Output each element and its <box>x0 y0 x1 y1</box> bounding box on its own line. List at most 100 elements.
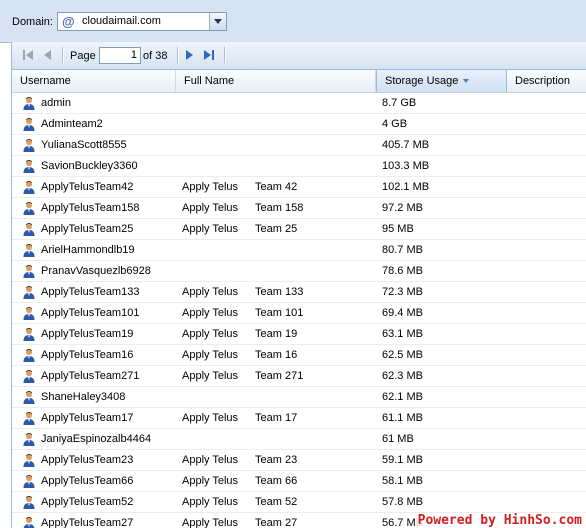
table-row[interactable]: ApplyTelusTeam158 Apply Telus Team 158 97.2… <box>12 198 586 219</box>
cell-first-name: Apply Telus <box>182 307 239 319</box>
cell-first-name: Apply Telus <box>182 328 239 340</box>
next-page-icon[interactable] <box>181 48 197 62</box>
cell-username: ApplyTelusTeam19 <box>41 328 134 340</box>
cell-storage-usage: 63.1 MB <box>382 328 423 340</box>
cell-storage-usage: 61.1 MB <box>382 412 423 424</box>
cell-username: ApplyTelusTeam66 <box>41 475 134 487</box>
first-page-icon[interactable] <box>20 48 36 62</box>
cell-last-name: Team 158 <box>255 202 304 214</box>
cell-storage-usage: 57.8 MB <box>382 496 423 508</box>
cell-first-name: Apply Telus <box>182 349 239 361</box>
page-count-label: of 38 <box>143 50 168 62</box>
table-row[interactable]: JaniyaEspinozalb4464 61 MB <box>12 429 586 450</box>
cell-username: SavionBuckley3360 <box>41 160 138 172</box>
table-row[interactable]: Adminteam2 4 GB <box>12 114 586 135</box>
table-row[interactable]: ApplyTelusTeam52 Apply Telus Team 52 57.8 M… <box>12 492 586 513</box>
table-row[interactable]: SavionBuckley3360 103.3 MB <box>12 156 586 177</box>
cell-username: ApplyTelusTeam23 <box>41 454 134 466</box>
cell-last-name: Team 101 <box>255 307 304 319</box>
column-header-full-name[interactable]: Full Name <box>176 70 376 92</box>
cell-last-name: Team 271 <box>255 370 304 382</box>
table-row[interactable]: ApplyTelusTeam66 Apply Telus Team 66 58.1 M… <box>12 471 586 492</box>
cell-first-name: Apply Telus <box>182 412 239 424</box>
cell-storage-usage: 62.5 MB <box>382 349 423 361</box>
cell-last-name: Team 52 <box>255 496 298 508</box>
cell-username: ApplyTelusTeam42 <box>41 181 134 193</box>
cell-first-name: Apply Telus <box>182 202 239 214</box>
table-row[interactable]: ApplyTelusTeam271 Apply Telus Team 271 62.3… <box>12 366 586 387</box>
user-icon <box>22 159 36 173</box>
cell-username: ApplyTelusTeam101 <box>41 307 140 319</box>
cell-storage-usage: 405.7 MB <box>382 139 430 151</box>
cell-storage-usage: 69.4 MB <box>382 307 423 319</box>
column-header-storage-usage[interactable]: Storage Usage <box>376 70 507 92</box>
table-row[interactable]: ApplyTelusTeam16 Apply Telus Team 16 62.5 M… <box>12 345 586 366</box>
domain-toolbar: Domain: @ cloudaimail.com <box>0 0 586 43</box>
table-row[interactable]: ApplyTelusTeam42 Apply Telus Team 42 102.1 … <box>12 177 586 198</box>
cell-last-name: Team 17 <box>255 412 298 424</box>
cell-last-name: Team 23 <box>255 454 298 466</box>
table-row[interactable]: YulianaScott8555 405.7 MB <box>12 135 586 156</box>
cell-username: PranavVasquezlb6928 <box>41 265 151 277</box>
domain-label: Domain: <box>12 16 53 28</box>
domain-select[interactable]: @ cloudaimail.com <box>57 12 227 31</box>
cell-storage-usage: 80.7 MB <box>382 244 423 256</box>
prev-page-icon[interactable] <box>40 48 56 62</box>
cell-last-name: Team 133 <box>255 286 304 298</box>
cell-last-name: Team 25 <box>255 223 298 235</box>
table-row[interactable]: ArielHammondlb19 80.7 MB <box>12 240 586 261</box>
column-header-full-name-label: Full Name <box>184 75 235 87</box>
table-row[interactable]: ApplyTelusTeam19 Apply Telus Team 19 63.1 M… <box>12 324 586 345</box>
cell-last-name: Team 16 <box>255 349 298 361</box>
cell-storage-usage: 78.6 MB <box>382 265 423 277</box>
user-icon <box>22 327 36 341</box>
page-number-input[interactable]: 1 <box>99 47 141 64</box>
table-row[interactable]: ShaneHaley3408 62.1 MB <box>12 387 586 408</box>
table-row[interactable]: ApplyTelusTeam23 Apply Telus Team 23 59.1 M… <box>12 450 586 471</box>
cell-first-name: Apply Telus <box>182 475 239 487</box>
user-icon <box>22 432 36 446</box>
toolbar-separator <box>62 47 64 63</box>
user-icon <box>22 138 36 152</box>
user-icon <box>22 285 36 299</box>
last-page-icon[interactable] <box>201 48 217 62</box>
cell-username: ShaneHaley3408 <box>41 391 126 403</box>
toolbar-separator <box>224 47 226 63</box>
table-row[interactable]: ApplyTelusTeam25 Apply Telus Team 25 95 MB <box>12 219 586 240</box>
table-row[interactable]: PranavVasquezlb6928 78.6 MB <box>12 261 586 282</box>
cell-storage-usage: 62.3 MB <box>382 370 423 382</box>
column-header-username-label: Username <box>20 75 71 87</box>
users-grid: Page 1 of 38 Username Full Name Storage … <box>11 42 586 528</box>
cell-first-name: Apply Telus <box>182 496 239 508</box>
cell-storage-usage: 103.3 MB <box>382 160 430 172</box>
cell-username: ApplyTelusTeam52 <box>41 496 134 508</box>
user-storage-page: Domain: @ cloudaimail.com Page 1 of 38 U… <box>0 0 586 528</box>
grid-body: admin 8.7 GB Adminteam2 4 GB YulianaScott855… <box>12 93 586 528</box>
table-row[interactable]: ApplyTelusTeam17 Apply Telus Team 17 61.1 M… <box>12 408 586 429</box>
column-header-description[interactable]: Description <box>507 70 586 92</box>
cell-first-name: Apply Telus <box>182 286 239 298</box>
cell-storage-usage: 102.1 MB <box>382 181 430 193</box>
cell-storage-usage: 62.1 MB <box>382 391 423 403</box>
cell-username: ApplyTelusTeam25 <box>41 223 134 235</box>
domain-dropdown-button[interactable] <box>209 13 226 30</box>
sort-descending-icon <box>463 79 470 84</box>
table-row[interactable]: ApplyTelusTeam133 Apply Telus Team 133 72.3… <box>12 282 586 303</box>
column-header-username[interactable]: Username <box>12 70 176 92</box>
user-icon <box>22 495 36 509</box>
paging-toolbar: Page 1 of 38 <box>12 42 586 70</box>
cell-username: ArielHammondlb19 <box>41 244 135 256</box>
user-icon <box>22 474 36 488</box>
user-icon <box>22 264 36 278</box>
cell-last-name: Team 19 <box>255 328 298 340</box>
table-row[interactable]: ApplyTelusTeam101 Apply Telus Team 101 69.4… <box>12 303 586 324</box>
cell-storage-usage: 59.1 MB <box>382 454 423 466</box>
user-icon <box>22 348 36 362</box>
user-icon <box>22 96 36 110</box>
table-row[interactable]: admin 8.7 GB <box>12 93 586 114</box>
toolbar-separator <box>177 47 179 63</box>
cell-username: ApplyTelusTeam158 <box>41 202 140 214</box>
user-icon <box>22 243 36 257</box>
page-label: Page <box>70 50 96 62</box>
watermark: Powered by HinhSo.com <box>415 513 584 528</box>
